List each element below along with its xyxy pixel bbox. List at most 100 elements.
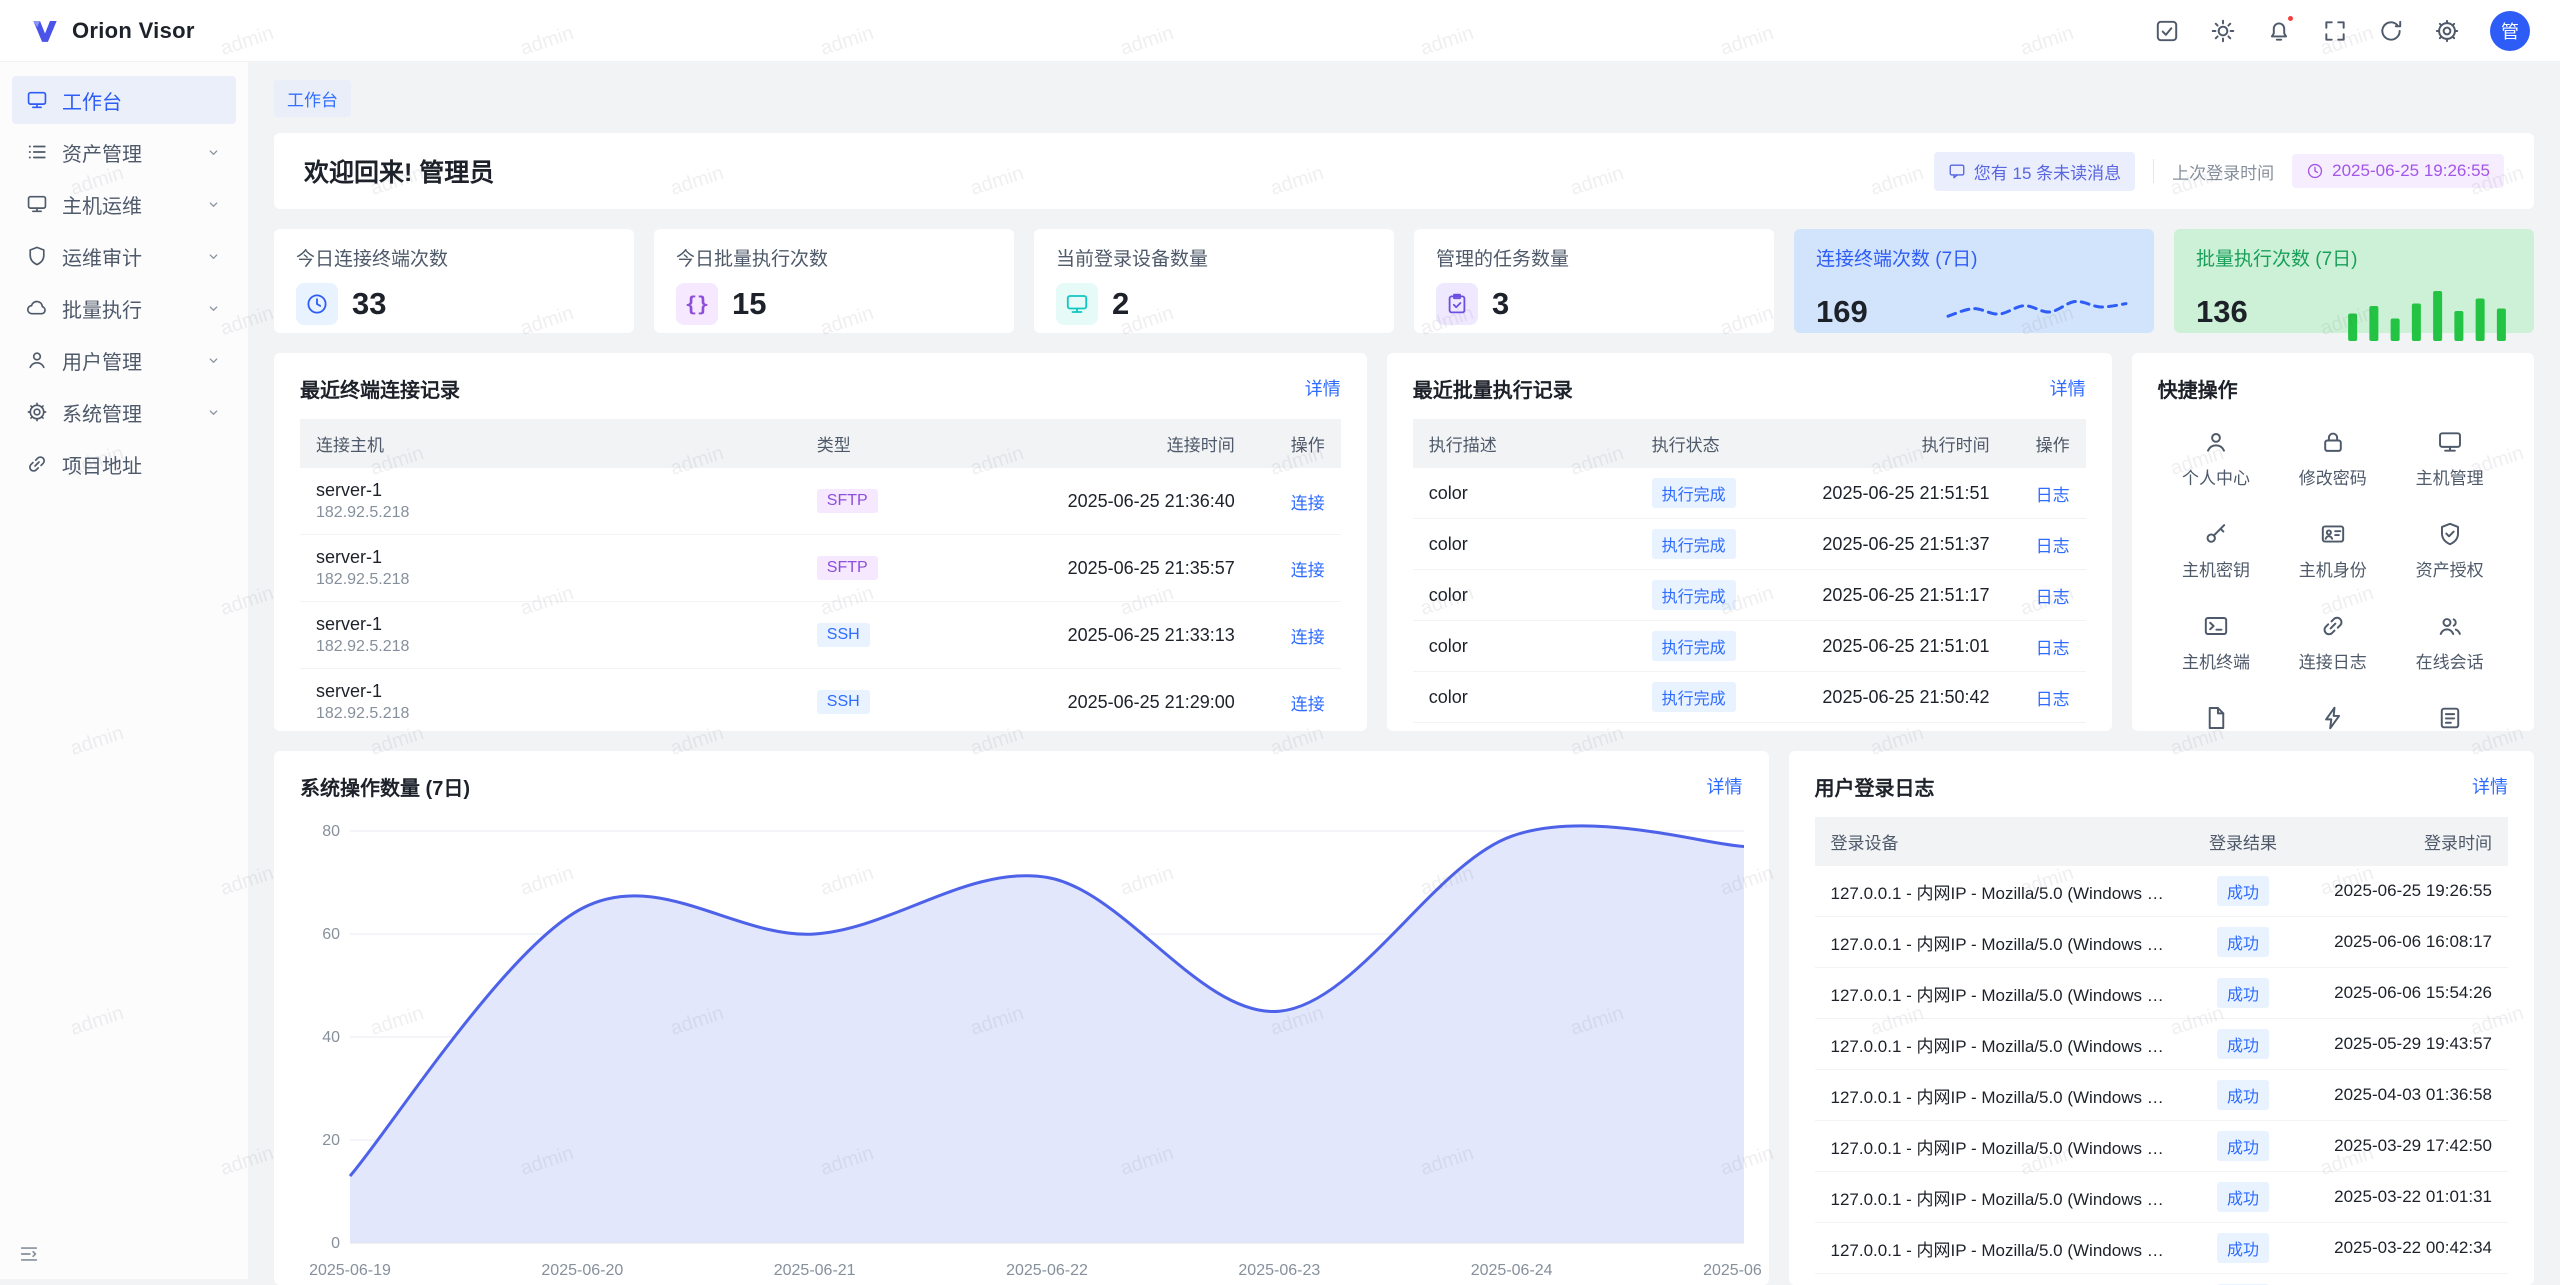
clock-icon <box>2306 162 2324 180</box>
connect-link[interactable]: 连接 <box>1291 494 1325 513</box>
quick-op-execution-logs[interactable]: 执行日志 <box>2391 705 2508 731</box>
batch-7d-sparkline <box>2342 283 2512 341</box>
stat-label: 今日连接终端次数 <box>296 244 612 271</box>
log-link[interactable]: 日志 <box>2036 690 2070 709</box>
quick-op-command-execution[interactable]: 命令执行 <box>2274 705 2391 731</box>
exec-desc: color <box>1413 468 1636 519</box>
sidebar-item-assets[interactable]: 资产管理 <box>12 128 236 176</box>
refresh-icon[interactable] <box>2378 18 2404 44</box>
quick-ops-panel: 快捷操作 个人中心 修改密码 主机管理 主机密钥 主机身份 资产授权 主机终端 … <box>2132 353 2534 731</box>
status-badge: 成功 <box>2217 1182 2269 1212</box>
panel-title: 快捷操作 <box>2158 374 2238 403</box>
quick-op-host-terminal[interactable]: 主机终端 <box>2158 613 2275 673</box>
table-row: color 执行完成 2025-06-25 21:51:01 日志 <box>1413 621 2086 672</box>
settings-icon[interactable] <box>2434 18 2460 44</box>
quick-op-label: 资产授权 <box>2416 556 2484 581</box>
terminal-7d-sparkline <box>1942 283 2132 341</box>
detail-link[interactable]: 详情 <box>2472 773 2508 799</box>
quick-op-online-sessions[interactable]: 在线会话 <box>2391 613 2508 673</box>
chevron-down-icon <box>205 404 222 421</box>
stat-label: 今日批量执行次数 <box>676 244 992 271</box>
sidebar-item-label: 运维审计 <box>62 242 191 271</box>
exec-time: 2025-06-25 21:51:01 <box>1766 621 2006 672</box>
type-tag: SSH <box>817 623 870 647</box>
login-time: 2025-03-21 23:53:43 <box>2303 1274 2508 1285</box>
panel-title: 最近终端连接记录 <box>300 374 460 403</box>
status-badge: 执行完成 <box>1652 478 1736 508</box>
login-device: 127.0.0.1 - 内网IP - Mozilla/5.0 (Windows … <box>1815 866 2184 917</box>
notifications-icon[interactable] <box>2266 18 2292 44</box>
file-icon <box>2203 705 2229 731</box>
sidebar-item-system-management[interactable]: 系统管理 <box>12 388 236 436</box>
list-log-icon <box>2437 705 2463 731</box>
unread-messages-text: 您有 15 条未读消息 <box>1974 159 2121 184</box>
theme-icon[interactable] <box>2154 18 2180 44</box>
stat-value: 15 <box>732 286 766 322</box>
detail-link[interactable]: 详情 <box>2050 375 2086 401</box>
panel-title: 最近批量执行记录 <box>1413 374 1573 403</box>
panel-title: 用户登录日志 <box>1815 772 1935 801</box>
quick-op-label: 连接日志 <box>2299 648 2367 673</box>
type-tag: SSH <box>817 690 870 714</box>
users-icon <box>2437 613 2463 639</box>
svg-text:2025-06-20: 2025-06-20 <box>541 1262 623 1279</box>
stat-card-terminal-today: 今日连接终端次数 33 <box>274 229 634 333</box>
quick-op-personal-center[interactable]: 个人中心 <box>2158 429 2275 489</box>
status-badge: 成功 <box>2217 1131 2269 1161</box>
quick-op-file-operation-logs[interactable]: 文件操作日志 <box>2158 705 2275 731</box>
quick-op-host-management[interactable]: 主机管理 <box>2391 429 2508 489</box>
panel-title: 系统操作数量 (7日) <box>300 772 470 801</box>
status-badge: 执行完成 <box>1652 682 1736 712</box>
last-login-time: 2025-06-25 19:26:55 <box>2332 161 2490 181</box>
terminal-records-table: 连接主机 类型 连接时间 操作 server-1182.92.5.218 SFT… <box>300 419 1341 731</box>
svg-text:2025-06-22: 2025-06-22 <box>1006 1262 1088 1279</box>
quick-op-change-password[interactable]: 修改密码 <box>2274 429 2391 489</box>
welcome-banner: 欢迎回来! 管理员 您有 15 条未读消息 上次登录时间 2025-06-25 … <box>274 133 2534 209</box>
detail-link[interactable]: 详情 <box>1707 773 1743 799</box>
table-row: 127.0.0.1 - 内网IP - Mozilla/5.0 (Windows … <box>1815 1223 2509 1274</box>
column-header: 执行描述 <box>1413 419 1636 468</box>
avatar[interactable]: 管 <box>2490 11 2530 51</box>
stats-row: 今日连接终端次数 33 今日批量执行次数 {} 15 当前登录设备数量 2 管理… <box>274 229 2534 333</box>
quick-op-asset-authorization[interactable]: 资产授权 <box>2391 521 2508 581</box>
detail-link[interactable]: 详情 <box>1305 375 1341 401</box>
svg-text:2025-06-21: 2025-06-21 <box>774 1262 856 1279</box>
quick-op-host-keys[interactable]: 主机密钥 <box>2158 521 2275 581</box>
system-operations-chart: 0204060802025-06-192025-06-202025-06-212… <box>300 815 1762 1285</box>
table-row: 127.0.0.1 - 内网IP - Mozilla/5.0 (Windows … <box>1815 968 2509 1019</box>
log-link[interactable]: 日志 <box>2036 537 2070 556</box>
log-link[interactable]: 日志 <box>2036 639 2070 658</box>
sidebar-item-user-management[interactable]: 用户管理 <box>12 336 236 384</box>
stat-card-login-devices: 当前登录设备数量 2 <box>1034 229 1394 333</box>
quick-op-connection-logs[interactable]: 连接日志 <box>2274 613 2391 673</box>
log-link[interactable]: 日志 <box>2036 588 2070 607</box>
login-time: 2025-03-29 17:42:50 <box>2303 1121 2508 1172</box>
connect-link[interactable]: 连接 <box>1291 628 1325 647</box>
monitor-icon <box>1065 292 1089 316</box>
sidebar-item-host-ops[interactable]: 主机运维 <box>12 180 236 228</box>
sidebar-collapse-button[interactable] <box>18 1243 40 1265</box>
unread-messages-chip[interactable]: 您有 15 条未读消息 <box>1934 152 2135 191</box>
link-icon <box>26 453 48 475</box>
task-icon <box>1445 292 1469 316</box>
column-header: 连接主机 <box>300 419 801 468</box>
desktop-icon <box>26 89 48 111</box>
fullscreen-icon[interactable] <box>2322 18 2348 44</box>
sidebar-item-workbench[interactable]: 工作台 <box>12 76 236 124</box>
connect-time: 2025-06-25 21:29:00 <box>931 669 1251 732</box>
sidebar-item-project-site[interactable]: 项目地址 <box>12 440 236 488</box>
column-header: 操作 <box>2006 419 2086 468</box>
column-header: 执行状态 <box>1636 419 1766 468</box>
connect-link[interactable]: 连接 <box>1291 695 1325 714</box>
header-actions: 管 <box>2154 11 2530 51</box>
sidebar-item-audit[interactable]: 运维审计 <box>12 232 236 280</box>
log-link[interactable]: 日志 <box>2036 486 2070 505</box>
breadcrumb[interactable]: 工作台 <box>274 80 351 117</box>
quick-ops-grid: 个人中心 修改密码 主机管理 主机密钥 主机身份 资产授权 主机终端 连接日志 … <box>2158 429 2508 731</box>
sidebar-item-label: 工作台 <box>62 86 222 115</box>
connect-link[interactable]: 连接 <box>1291 561 1325 580</box>
light-mode-icon[interactable] <box>2210 18 2236 44</box>
sidebar-item-batch-exec[interactable]: 批量执行 <box>12 284 236 332</box>
login-device: 127.0.0.1 - 内网IP - Mozilla/5.0 (Windows … <box>1815 1019 2184 1070</box>
quick-op-host-identity[interactable]: 主机身份 <box>2274 521 2391 581</box>
